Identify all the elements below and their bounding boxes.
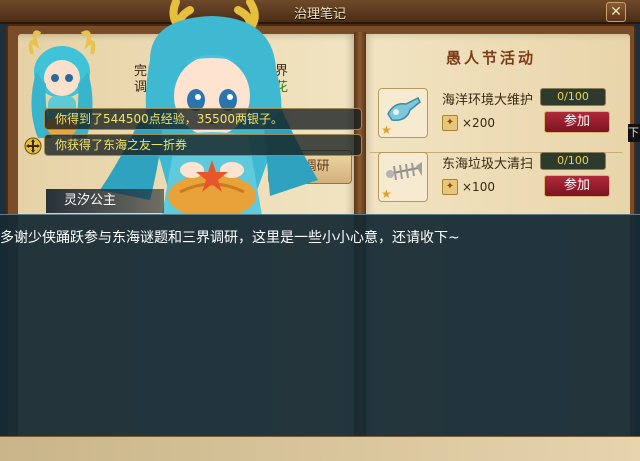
event-title: 愚人节活动 bbox=[446, 49, 537, 67]
join-button[interactable]: 参加 bbox=[544, 111, 610, 133]
event-name: 东海垃圾大清扫 bbox=[442, 157, 534, 172]
item-slot[interactable]: ★ bbox=[378, 152, 428, 202]
dialog-box[interactable]: 多谢少侠踊跃参与东海谜题和三界调研，这里是一些小小心意，还请收下~ bbox=[0, 214, 640, 436]
reward-quantity: ×200 bbox=[462, 116, 495, 130]
fish-bone-icon bbox=[386, 162, 422, 181]
item-slot[interactable]: ★ bbox=[378, 88, 428, 138]
star-icon: ★ bbox=[381, 187, 392, 201]
npc-name: 灵汐公主 bbox=[46, 189, 164, 213]
notification-exp: 你得到了544500点经验，35500两银子。 bbox=[44, 108, 362, 130]
dialog-text: 多谢少侠踊跃参与东海谜题和三界调研，这里是一些小小心意，还请收下~ bbox=[0, 230, 460, 246]
reward-quantity: ×100 bbox=[462, 180, 495, 194]
close-button[interactable]: ✕ bbox=[606, 2, 626, 22]
event-progress: 0/100 bbox=[540, 88, 606, 106]
event-card-trash-cleanup: ★ 东海垃圾大清扫 0/100 ✦ ×100 参加 bbox=[370, 148, 622, 210]
reward-icon: ✦ bbox=[442, 179, 458, 195]
star-icon: ★ bbox=[381, 123, 392, 137]
notification-coupon: 你获得了东海之友一折券 bbox=[44, 134, 362, 156]
join-button[interactable]: 参加 bbox=[544, 175, 610, 197]
reward-icon: ✦ bbox=[442, 115, 458, 131]
side-tab[interactable]: 下 bbox=[628, 124, 640, 142]
notebook-bottom-edge bbox=[0, 436, 640, 461]
event-card-ocean-maintenance: ★ 海洋环境大维护 0/100 ✦ ×200 参加 bbox=[370, 84, 622, 153]
event-progress: 0/100 bbox=[540, 152, 606, 170]
event-name: 海洋环境大维护 bbox=[442, 93, 534, 108]
move-icon[interactable] bbox=[24, 137, 42, 155]
blue-bottle-icon bbox=[387, 96, 421, 122]
